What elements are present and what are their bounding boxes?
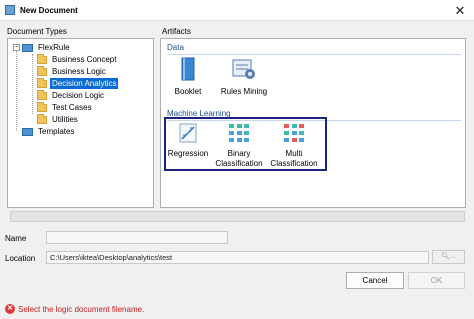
tree-item-label: Utilities: [52, 115, 78, 124]
tree-item-business-concept[interactable]: Business Concept: [37, 53, 118, 65]
browse-button[interactable]: 🔍︎...: [432, 250, 465, 264]
artifact-label: Booklet: [174, 87, 202, 96]
folder-icon: [22, 43, 33, 52]
title-bar: New Document ✕: [0, 0, 474, 21]
folder-icon: [37, 113, 47, 124]
tree-item-test-cases[interactable]: Test Cases: [37, 101, 94, 113]
tree-item-decision-analytics[interactable]: Decision Analytics: [37, 77, 119, 89]
window-title: New Document: [20, 6, 78, 15]
artifact-label: Rules Mining: [220, 87, 268, 96]
document-types-label: Document Types: [7, 27, 67, 36]
tree-line: [32, 54, 33, 114]
artifacts-label: Artifacts: [162, 27, 191, 36]
tree-item-label: Business Concept: [52, 55, 117, 64]
folder-icon: [22, 127, 33, 136]
tree-item-label: Decision Analytics: [50, 78, 119, 89]
error-icon: ✕: [5, 304, 15, 314]
progress-bar: [10, 211, 465, 222]
document-types-tree[interactable]: − FlexRule Business Concept Business Log…: [7, 38, 154, 208]
tree-item-label: Decision Logic: [52, 91, 105, 100]
tree-item-business-logic[interactable]: Business Logic: [37, 65, 108, 77]
folder-icon: [37, 101, 47, 112]
booklet-icon: [181, 57, 195, 81]
rules-mining-icon: [232, 59, 255, 79]
status-bar: ✕ Select the logic document filename.: [5, 303, 144, 315]
tree-item-label: Test Cases: [52, 103, 92, 112]
folder-icon: [37, 65, 47, 76]
folder-icon: [37, 77, 47, 88]
artifact-booklet[interactable]: Booklet: [171, 57, 205, 97]
app-icon: [5, 5, 15, 15]
tree-item-label: Business Logic: [52, 67, 106, 76]
tree-line: [16, 51, 17, 131]
tree-item-decision-logic[interactable]: Decision Logic: [37, 89, 106, 101]
tree-item-label: FlexRule: [38, 43, 70, 52]
folder-icon: [37, 53, 47, 64]
folder-icon: [37, 89, 47, 100]
artifact-rules-mining[interactable]: Rules Mining: [217, 57, 271, 97]
close-button[interactable]: ✕: [446, 0, 474, 21]
browse-label: ...: [450, 253, 456, 260]
tree-item-label: Templates: [38, 127, 75, 136]
location-label: Location: [5, 254, 36, 263]
location-field[interactable]: C:\Users\iktea\Desktop\analytics\test: [46, 251, 429, 264]
group-heading-data: Data: [167, 43, 461, 55]
cancel-button[interactable]: Cancel: [346, 272, 404, 289]
name-label: Name: [5, 234, 27, 243]
tree-item-templates[interactable]: Templates: [22, 126, 76, 137]
machine-learning-highlight: [164, 117, 327, 171]
collapse-toggle[interactable]: −: [13, 44, 20, 51]
tree-item-utilities[interactable]: Utilities: [37, 113, 80, 125]
status-message: Select the logic document filename.: [18, 304, 145, 314]
search-icon: 🔍︎: [441, 253, 451, 260]
ok-button[interactable]: OK: [408, 272, 465, 289]
name-field[interactable]: [46, 231, 228, 244]
tree-item-flexrule[interactable]: FlexRule: [22, 42, 72, 53]
